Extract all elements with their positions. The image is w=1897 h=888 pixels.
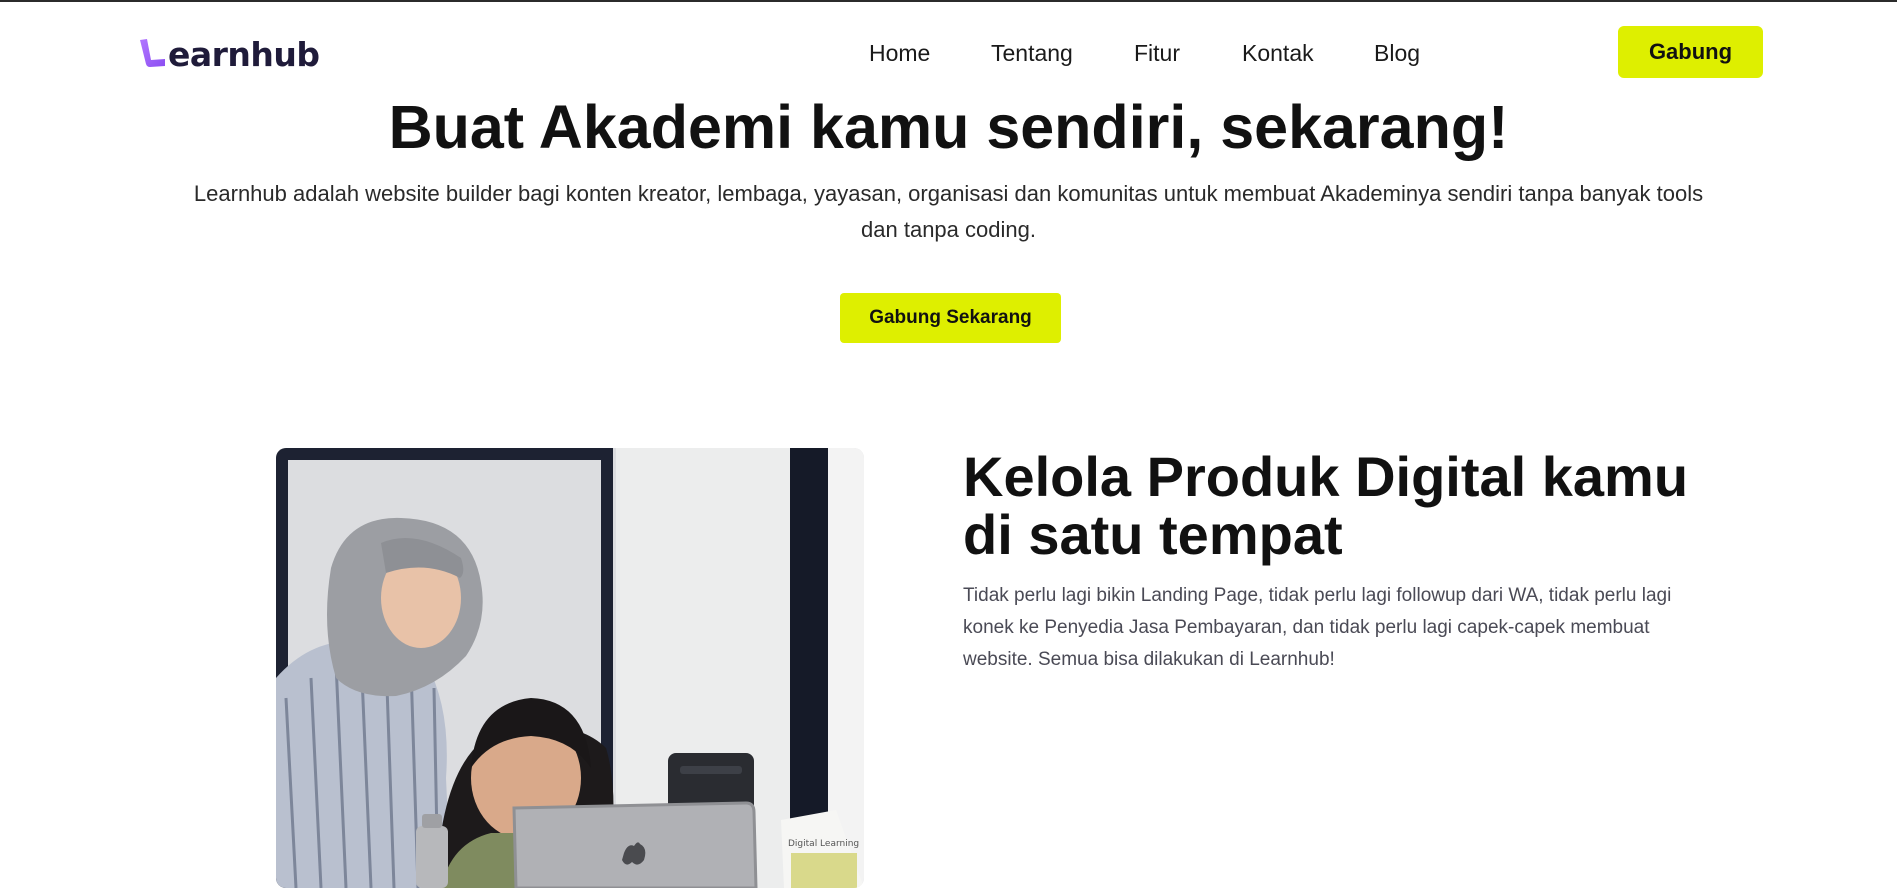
nav-fitur-link[interactable]: Fitur [1134,38,1180,68]
logo-text: earnhub [168,34,320,74]
hero-description: Learnhub adalah website builder bagi kon… [193,181,1704,242]
nav-blog-link[interactable]: Blog [1374,38,1420,68]
logo[interactable]: earnhub [137,34,320,74]
navbar: earnhub Home Tentang Fitur Kontak Blog G… [0,2,1897,102]
nav-kontak-link[interactable]: Kontak [1242,38,1314,68]
feature-title: Kelola Produk Digital kamu di satu tempa… [963,445,1689,566]
nav-home-link[interactable]: Home [869,38,930,68]
hero-title: Buat Akademi kamu sendiri, sekarang! [388,93,1509,161]
join-button[interactable]: Gabung [1618,26,1763,78]
photo-calendar-text: Digital Learning [788,839,859,849]
logo-l-icon [140,39,165,67]
feature-description: Tidak perlu lagi bikin Landing Page, tid… [963,585,1672,670]
photo-illustration: Digital Learning [276,448,864,888]
join-now-button[interactable]: Gabung Sekarang [840,293,1061,343]
nav-tentang-link[interactable]: Tentang [991,38,1073,68]
feature-photo: Digital Learning [276,448,864,888]
